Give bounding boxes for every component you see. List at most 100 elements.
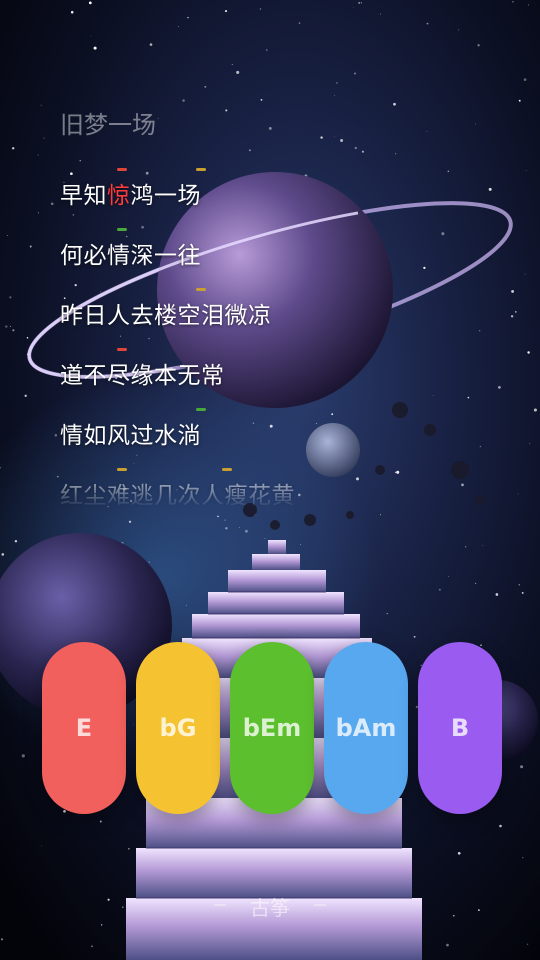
star — [88, 1, 92, 5]
lyric-line-1: 早知惊鸿一场 — [60, 176, 201, 210]
lyric-text: 鸿一场 — [130, 183, 201, 209]
star — [224, 10, 228, 13]
lyric-text: 早知 — [60, 183, 107, 209]
star — [518, 584, 521, 586]
instrument-dash-right — [314, 904, 326, 906]
star — [533, 408, 537, 412]
star — [522, 857, 524, 859]
star — [495, 593, 499, 596]
star — [423, 266, 426, 270]
star — [475, 123, 477, 125]
star — [128, 520, 132, 523]
star — [10, 325, 12, 327]
chord-label: B — [450, 714, 470, 742]
lyric-line-5: 情如风过水淌 — [60, 423, 201, 449]
chord-button-bem[interactable]: bEm — [230, 642, 314, 814]
star — [393, 102, 396, 106]
star — [426, 130, 428, 132]
star — [396, 470, 400, 474]
star — [50, 202, 54, 206]
star — [521, 591, 524, 594]
star — [145, 171, 149, 175]
star — [475, 582, 477, 584]
star — [14, 539, 18, 543]
star — [72, 214, 75, 216]
star — [259, 8, 261, 10]
star — [517, 493, 519, 495]
star — [529, 443, 531, 444]
star — [225, 527, 228, 530]
star — [266, 49, 268, 51]
lyric-line-3: 昨日人去楼空泪微凉 — [60, 303, 272, 329]
star — [268, 126, 272, 130]
star — [361, 150, 364, 153]
star — [5, 325, 8, 328]
chord-button-b[interactable]: B — [418, 642, 502, 814]
star — [182, 99, 185, 102]
star — [525, 170, 527, 172]
star — [394, 471, 397, 473]
star — [252, 422, 255, 424]
star — [149, 43, 153, 46]
star — [244, 529, 248, 533]
chord-button-e[interactable]: E — [42, 642, 126, 814]
chord-marker — [196, 168, 206, 171]
star — [432, 395, 434, 397]
star — [178, 26, 179, 27]
star — [11, 147, 15, 150]
chord-marker — [196, 288, 206, 291]
chord-button-bam[interactable]: bAm — [324, 642, 408, 814]
star — [101, 924, 103, 926]
star — [520, 765, 524, 769]
star — [56, 475, 59, 478]
star — [336, 82, 338, 84]
star — [353, 7, 354, 8]
star — [358, 1, 361, 4]
star — [457, 851, 461, 855]
star — [526, 943, 529, 945]
star — [148, 561, 150, 563]
star — [477, 44, 480, 47]
star — [413, 635, 416, 638]
star — [510, 315, 514, 318]
star — [93, 46, 97, 50]
star — [354, 72, 356, 75]
star — [356, 477, 359, 481]
star — [395, 153, 397, 155]
star — [448, 576, 449, 578]
star — [141, 225, 144, 229]
star — [334, 95, 336, 96]
star — [231, 64, 233, 65]
lyric-line-6: 红尘难逃几次人瘦花黄 — [60, 483, 295, 509]
star — [9, 296, 12, 299]
star — [225, 109, 228, 112]
star — [21, 754, 25, 758]
star — [217, 515, 219, 518]
chord-label: E — [75, 714, 93, 742]
star — [40, 104, 42, 106]
star — [480, 644, 482, 646]
instrument-selector[interactable]: 古筝 — [0, 892, 540, 921]
star — [70, 10, 74, 14]
chord-marker — [117, 228, 127, 231]
star — [488, 187, 492, 191]
star — [54, 434, 58, 437]
star — [187, 16, 189, 19]
star — [99, 820, 102, 823]
star — [1, 553, 5, 556]
star — [63, 809, 66, 813]
star — [498, 386, 501, 389]
star — [523, 78, 527, 81]
star — [37, 212, 39, 214]
star — [386, 612, 388, 615]
star — [331, 413, 334, 416]
chord-label: bEm — [242, 714, 302, 742]
star — [499, 824, 502, 828]
star — [426, 22, 429, 25]
star — [458, 29, 460, 31]
chord-marker — [117, 348, 127, 351]
star — [360, 2, 362, 4]
star — [29, 245, 32, 248]
chord-button-bg[interactable]: bG — [136, 642, 220, 814]
chord-marker — [196, 408, 206, 411]
